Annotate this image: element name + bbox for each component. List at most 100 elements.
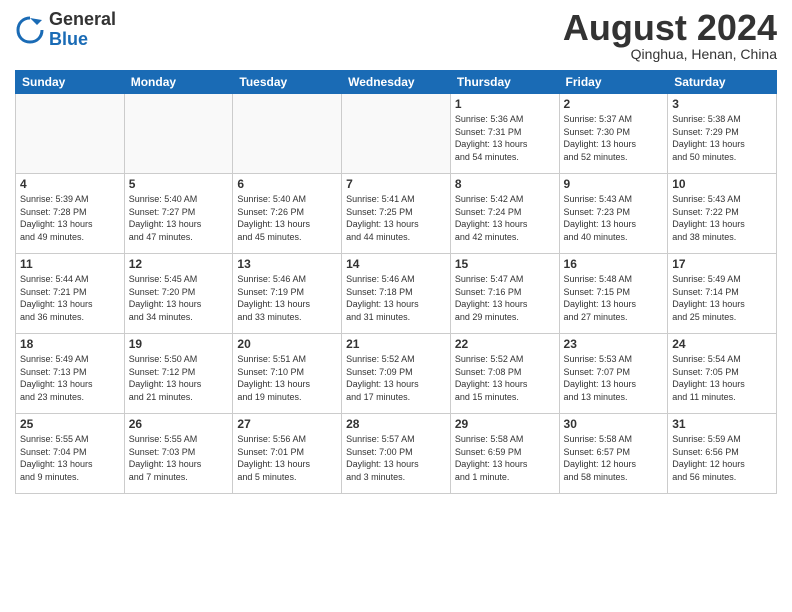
day-number: 29: [455, 417, 555, 431]
day-info: Sunrise: 5:53 AMSunset: 7:07 PMDaylight:…: [564, 353, 664, 403]
table-row: 22 Sunrise: 5:52 AMSunset: 7:08 PMDayligh…: [450, 334, 559, 414]
day-info: Sunrise: 5:49 AMSunset: 7:13 PMDaylight:…: [20, 353, 120, 403]
table-row: 1 Sunrise: 5:36 AMSunset: 7:31 PMDaylight…: [450, 94, 559, 174]
day-info: Sunrise: 5:55 AMSunset: 7:04 PMDaylight:…: [20, 433, 120, 483]
day-info: Sunrise: 5:58 AMSunset: 6:57 PMDaylight:…: [564, 433, 664, 483]
day-number: 26: [129, 417, 229, 431]
day-number: 12: [129, 257, 229, 271]
day-info: Sunrise: 5:51 AMSunset: 7:10 PMDaylight:…: [237, 353, 337, 403]
day-number: 14: [346, 257, 446, 271]
table-row: 23 Sunrise: 5:53 AMSunset: 7:07 PMDayligh…: [559, 334, 668, 414]
day-info: Sunrise: 5:57 AMSunset: 7:00 PMDaylight:…: [346, 433, 446, 483]
day-number: 6: [237, 177, 337, 191]
day-number: 8: [455, 177, 555, 191]
day-number: 21: [346, 337, 446, 351]
day-number: 10: [672, 177, 772, 191]
logo-blue-text: Blue: [49, 29, 88, 49]
day-info: Sunrise: 5:39 AMSunset: 7:28 PMDaylight:…: [20, 193, 120, 243]
col-friday: Friday: [559, 71, 668, 94]
day-number: 28: [346, 417, 446, 431]
day-info: Sunrise: 5:46 AMSunset: 7:19 PMDaylight:…: [237, 273, 337, 323]
day-number: 20: [237, 337, 337, 351]
table-row: 10 Sunrise: 5:43 AMSunset: 7:22 PMDayligh…: [668, 174, 777, 254]
calendar-week-row: 4Sunrise: 5:39 AMSunset: 7:28 PMDaylight…: [16, 174, 777, 254]
day-info: Sunrise: 5:43 AMSunset: 7:22 PMDaylight:…: [672, 193, 772, 243]
day-info: Sunrise: 5:37 AMSunset: 7:30 PMDaylight:…: [564, 113, 664, 163]
day-number: 22: [455, 337, 555, 351]
table-row: 2 Sunrise: 5:37 AMSunset: 7:30 PMDaylight…: [559, 94, 668, 174]
table-row: 21Sunrise: 5:52 AMSunset: 7:09 PMDayligh…: [342, 334, 451, 414]
col-monday: Monday: [124, 71, 233, 94]
table-row: 24Sunrise: 5:54 AMSunset: 7:05 PMDayligh…: [668, 334, 777, 414]
table-row: 28 Sunrise: 5:57 AMSunset: 7:00 PMDayligh…: [342, 414, 451, 494]
table-row: 6 Sunrise: 5:40 AMSunset: 7:26 PMDaylight…: [233, 174, 342, 254]
day-info: Sunrise: 5:55 AMSunset: 7:03 PMDaylight:…: [129, 433, 229, 483]
table-row: [233, 94, 342, 174]
table-row: 14 Sunrise: 5:46 AMSunset: 7:18 PMDayligh…: [342, 254, 451, 334]
day-number: 2: [564, 97, 664, 111]
day-info: Sunrise: 5:44 AMSunset: 7:21 PMDaylight:…: [20, 273, 120, 323]
calendar-week-row: 25 Sunrise: 5:55 AMSunset: 7:04 PMDayligh…: [16, 414, 777, 494]
table-row: 27Sunrise: 5:56 AMSunset: 7:01 PMDayligh…: [233, 414, 342, 494]
day-number: 23: [564, 337, 664, 351]
day-info: Sunrise: 5:49 AMSunset: 7:14 PMDaylight:…: [672, 273, 772, 323]
day-info: Sunrise: 5:54 AMSunset: 7:05 PMDaylight:…: [672, 353, 772, 403]
table-row: 3Sunrise: 5:38 AMSunset: 7:29 PMDaylight…: [668, 94, 777, 174]
day-number: 17: [672, 257, 772, 271]
logo-icon: [15, 15, 45, 45]
day-info: Sunrise: 5:43 AMSunset: 7:23 PMDaylight:…: [564, 193, 664, 243]
calendar-table: Sunday Monday Tuesday Wednesday Thursday…: [15, 70, 777, 494]
table-row: 5 Sunrise: 5:40 AMSunset: 7:27 PMDaylight…: [124, 174, 233, 254]
day-info: Sunrise: 5:59 AMSunset: 6:56 PMDaylight:…: [672, 433, 772, 483]
table-row: 29 Sunrise: 5:58 AMSunset: 6:59 PMDayligh…: [450, 414, 559, 494]
table-row: 4Sunrise: 5:39 AMSunset: 7:28 PMDaylight…: [16, 174, 125, 254]
day-number: 5: [129, 177, 229, 191]
day-info: Sunrise: 5:38 AMSunset: 7:29 PMDaylight:…: [672, 113, 772, 163]
table-row: [16, 94, 125, 174]
calendar-week-row: 18 Sunrise: 5:49 AMSunset: 7:13 PMDayligh…: [16, 334, 777, 414]
table-row: 13 Sunrise: 5:46 AMSunset: 7:19 PMDayligh…: [233, 254, 342, 334]
table-row: [342, 94, 451, 174]
col-tuesday: Tuesday: [233, 71, 342, 94]
calendar-week-row: 1 Sunrise: 5:36 AMSunset: 7:31 PMDaylight…: [16, 94, 777, 174]
day-number: 25: [20, 417, 120, 431]
day-info: Sunrise: 5:58 AMSunset: 6:59 PMDaylight:…: [455, 433, 555, 483]
day-number: 7: [346, 177, 446, 191]
table-row: 8 Sunrise: 5:42 AMSunset: 7:24 PMDaylight…: [450, 174, 559, 254]
table-row: [124, 94, 233, 174]
col-sunday: Sunday: [16, 71, 125, 94]
table-row: 19Sunrise: 5:50 AMSunset: 7:12 PMDayligh…: [124, 334, 233, 414]
day-number: 31: [672, 417, 772, 431]
day-info: Sunrise: 5:40 AMSunset: 7:26 PMDaylight:…: [237, 193, 337, 243]
day-info: Sunrise: 5:40 AMSunset: 7:27 PMDaylight:…: [129, 193, 229, 243]
page: General Blue August 2024 Qinghua, Henan,…: [0, 0, 792, 612]
day-info: Sunrise: 5:50 AMSunset: 7:12 PMDaylight:…: [129, 353, 229, 403]
logo-text: General Blue: [49, 10, 116, 50]
location-subtitle: Qinghua, Henan, China: [563, 46, 777, 62]
col-saturday: Saturday: [668, 71, 777, 94]
day-info: Sunrise: 5:47 AMSunset: 7:16 PMDaylight:…: [455, 273, 555, 323]
day-info: Sunrise: 5:41 AMSunset: 7:25 PMDaylight:…: [346, 193, 446, 243]
day-info: Sunrise: 5:52 AMSunset: 7:08 PMDaylight:…: [455, 353, 555, 403]
table-row: 11 Sunrise: 5:44 AMSunset: 7:21 PMDayligh…: [16, 254, 125, 334]
table-row: 15 Sunrise: 5:47 AMSunset: 7:16 PMDayligh…: [450, 254, 559, 334]
day-info: Sunrise: 5:56 AMSunset: 7:01 PMDaylight:…: [237, 433, 337, 483]
day-info: Sunrise: 5:46 AMSunset: 7:18 PMDaylight:…: [346, 273, 446, 323]
month-title: August 2024: [563, 10, 777, 46]
header: General Blue August 2024 Qinghua, Henan,…: [15, 10, 777, 62]
logo-general-text: General: [49, 9, 116, 29]
day-number: 16: [564, 257, 664, 271]
day-number: 9: [564, 177, 664, 191]
day-number: 15: [455, 257, 555, 271]
day-number: 11: [20, 257, 120, 271]
table-row: 30Sunrise: 5:58 AMSunset: 6:57 PMDayligh…: [559, 414, 668, 494]
table-row: 16Sunrise: 5:48 AMSunset: 7:15 PMDayligh…: [559, 254, 668, 334]
day-number: 1: [455, 97, 555, 111]
table-row: 25 Sunrise: 5:55 AMSunset: 7:04 PMDayligh…: [16, 414, 125, 494]
day-info: Sunrise: 5:45 AMSunset: 7:20 PMDaylight:…: [129, 273, 229, 323]
day-info: Sunrise: 5:36 AMSunset: 7:31 PMDaylight:…: [455, 113, 555, 163]
calendar-week-row: 11 Sunrise: 5:44 AMSunset: 7:21 PMDayligh…: [16, 254, 777, 334]
day-number: 18: [20, 337, 120, 351]
day-number: 13: [237, 257, 337, 271]
day-info: Sunrise: 5:42 AMSunset: 7:24 PMDaylight:…: [455, 193, 555, 243]
